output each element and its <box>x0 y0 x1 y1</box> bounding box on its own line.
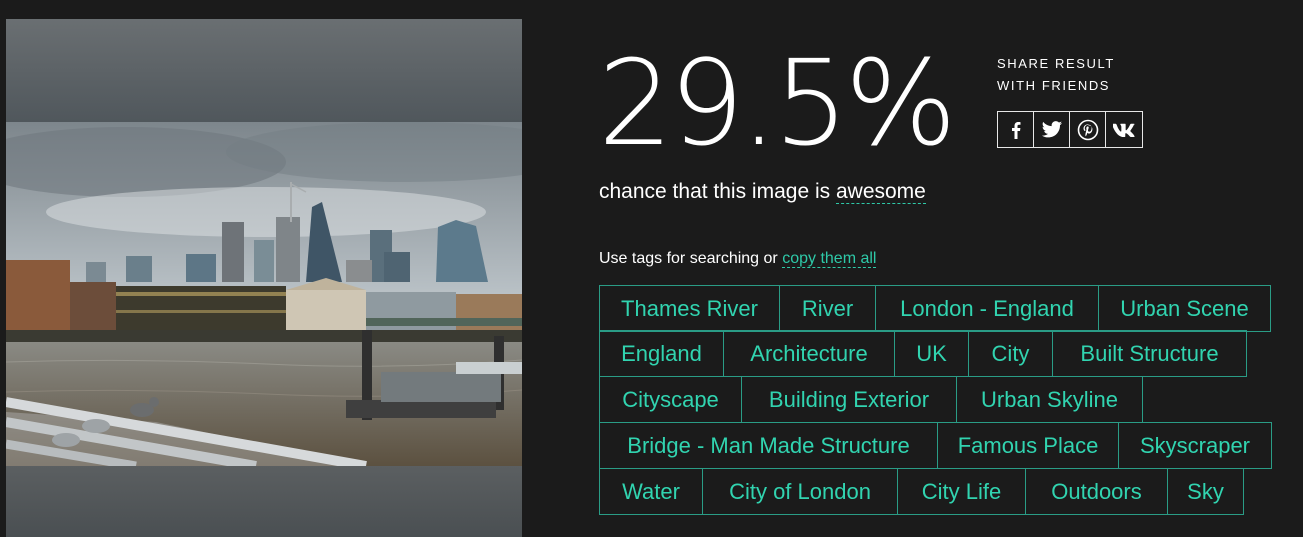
tag[interactable]: Outdoors <box>1025 468 1168 515</box>
facebook-icon <box>1011 121 1020 139</box>
tags-intro: Use tags for searching or copy them all <box>599 250 877 268</box>
tag[interactable]: Urban Scene <box>1098 285 1271 332</box>
pinterest-share-button[interactable] <box>1070 112 1106 147</box>
pinterest-icon <box>1077 119 1098 140</box>
copy-tags-link[interactable]: copy them all <box>782 250 877 268</box>
tag-row: Bridge - Man Made Structure Famous Place… <box>599 422 1289 469</box>
tag[interactable]: City <box>968 330 1053 377</box>
tag[interactable]: City of London <box>702 468 898 515</box>
share-title-line2: WITH FRIENDS <box>997 78 1111 93</box>
tag[interactable]: England <box>599 330 724 377</box>
chance-prefix: chance that this image is <box>599 180 831 203</box>
london-skyline-photo <box>6 122 522 466</box>
tag-row: Thames River River London - England Urba… <box>599 285 1289 332</box>
analyzed-image-panel <box>6 19 522 537</box>
vk-share-button[interactable] <box>1106 112 1142 147</box>
tag-row: Water City of London City Life Outdoors … <box>599 468 1289 515</box>
tag[interactable]: Skyscraper <box>1118 422 1272 469</box>
tag-row: England Architecture UK City Built Struc… <box>599 330 1289 377</box>
chance-text: chance that this image is awesome <box>599 180 926 204</box>
share-title: SHARE RESULT WITH FRIENDS <box>997 53 1147 97</box>
twitter-share-button[interactable] <box>1034 112 1070 147</box>
share-title-line1: SHARE RESULT <box>997 56 1115 71</box>
tag[interactable]: Famous Place <box>937 422 1119 469</box>
tag[interactable]: London - England <box>875 285 1099 332</box>
tag[interactable]: Water <box>599 468 703 515</box>
tags-grid: Thames River River London - England Urba… <box>599 285 1289 515</box>
tag-row: Cityscape Building Exterior Urban Skylin… <box>599 376 1289 423</box>
page: 29.5% SHARE RESULT WITH FRIENDS chance t… <box>0 0 1303 537</box>
tag[interactable]: Thames River <box>599 285 780 332</box>
vk-icon <box>1113 123 1135 137</box>
image-blur-top <box>6 19 522 122</box>
tag[interactable]: Sky <box>1167 468 1244 515</box>
tag[interactable]: Built Structure <box>1052 330 1247 377</box>
tag[interactable]: Architecture <box>723 330 895 377</box>
awesome-score: 29.5% <box>598 34 957 172</box>
tags-intro-text: Use tags for searching or <box>599 250 778 267</box>
share-buttons <box>997 111 1143 148</box>
tag[interactable]: Urban Skyline <box>956 376 1143 423</box>
tag[interactable]: UK <box>894 330 969 377</box>
awesome-link[interactable]: awesome <box>835 180 926 204</box>
tag[interactable]: Bridge - Man Made Structure <box>599 422 938 469</box>
image-blur-bottom <box>6 466 522 537</box>
facebook-share-button[interactable] <box>998 112 1034 147</box>
tag[interactable]: River <box>779 285 876 332</box>
tag[interactable]: Building Exterior <box>741 376 957 423</box>
tag[interactable]: City Life <box>897 468 1026 515</box>
tag[interactable]: Cityscape <box>599 376 742 423</box>
twitter-icon <box>1041 120 1062 137</box>
